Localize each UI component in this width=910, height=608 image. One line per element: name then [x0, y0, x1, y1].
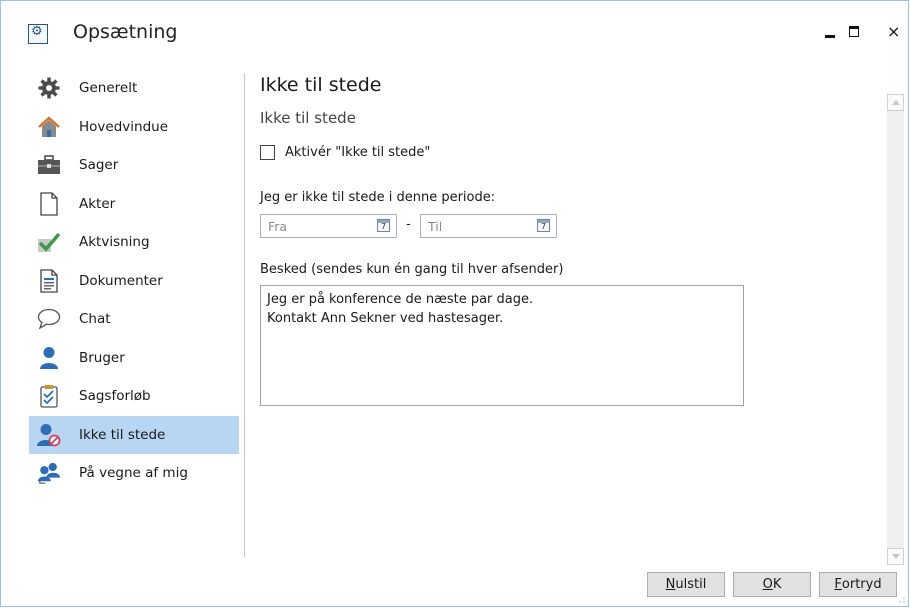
sidebar-item-generelt[interactable]: Generelt: [29, 69, 239, 108]
cancel-label: ortryd: [841, 577, 882, 592]
scroll-up-arrow-icon[interactable]: [887, 94, 904, 111]
period-label: Jeg er ikke til stede i denne periode:: [260, 190, 496, 205]
reset-accel: N: [665, 577, 676, 592]
date-separator: -: [406, 217, 411, 232]
page-title: Ikke til stede: [260, 74, 382, 96]
sidebar-divider: [244, 73, 245, 557]
users-delegate-icon: [37, 461, 61, 485]
reset-label: ulstil: [675, 577, 707, 592]
to-date-placeholder: Til: [428, 219, 443, 234]
ok-label: K: [772, 577, 782, 592]
home-icon: [37, 115, 61, 139]
sidebar-item-aktvisning[interactable]: Aktvisning: [29, 223, 239, 262]
sidebar-item-label: Akter: [79, 195, 116, 212]
user-unavailable-icon: [37, 423, 61, 447]
sidebar-item-label: Bruger: [79, 349, 125, 366]
sidebar-item-label: Generelt: [79, 80, 138, 97]
calendar-icon[interactable]: [537, 219, 550, 232]
resize-grip-icon[interactable]: [899, 597, 905, 603]
reset-button[interactable]: Nulstil: [647, 572, 725, 597]
user-icon: [37, 346, 61, 370]
sidebar-item-sagsforloeb[interactable]: Sagsforløb: [29, 377, 239, 416]
cancel-button[interactable]: Fortryd: [819, 572, 897, 597]
sidebar-item-label: Sagsforløb: [79, 388, 151, 405]
message-line: Kontakt Ann Sekner ved hastesager.: [267, 311, 504, 326]
calendar-icon[interactable]: [377, 219, 390, 232]
activate-away-label: Aktivér "Ikke til stede": [285, 145, 431, 160]
away-message-textarea[interactable]: Jeg er på konference de næste par dage. …: [260, 285, 744, 406]
from-date-field[interactable]: Fra: [260, 214, 397, 238]
close-button[interactable]: ×: [887, 23, 905, 41]
sidebar: Generelt Hovedvindue Sager Akter Aktvisn…: [29, 69, 239, 493]
sidebar-item-label: Chat: [79, 311, 111, 328]
sidebar-item-chat[interactable]: Chat: [29, 300, 239, 339]
activate-away-checkbox-row[interactable]: Aktivér "Ikke til stede": [260, 145, 430, 160]
sidebar-item-label: Sager: [79, 157, 119, 174]
window-title: Opsætning: [73, 21, 178, 43]
minimize-button[interactable]: [822, 23, 840, 41]
gear-icon: [37, 76, 61, 100]
sidebar-item-label: Ikke til stede: [79, 426, 166, 443]
maximize-button[interactable]: [847, 23, 865, 41]
sidebar-item-dokumenter[interactable]: Dokumenter: [29, 262, 239, 301]
cancel-accel: F: [834, 577, 842, 592]
sidebar-item-bruger[interactable]: Bruger: [29, 339, 239, 378]
briefcase-icon: [37, 153, 61, 177]
section-title: Ikke til stede: [260, 109, 356, 127]
sidebar-item-hovedvindue[interactable]: Hovedvindue: [29, 108, 239, 147]
clipboard-checklist-icon: [37, 384, 61, 408]
settings-window: Opsætning × Generelt Hovedvindue Sager: [0, 0, 909, 607]
message-label: Besked (sendes kun én gang til hver afse…: [260, 262, 564, 277]
sidebar-item-ikke-til-stede[interactable]: Ikke til stede: [29, 415, 239, 454]
sidebar-item-paa-vegne-af-mig[interactable]: På vegne af mig: [29, 454, 239, 493]
checkmark-icon: [37, 230, 61, 254]
sidebar-item-sager[interactable]: Sager: [29, 146, 239, 185]
sidebar-item-akter[interactable]: Akter: [29, 185, 239, 224]
sidebar-item-label: Hovedvindue: [79, 118, 169, 135]
to-date-field[interactable]: Til: [420, 214, 557, 238]
scroll-down-arrow-icon[interactable]: [887, 548, 904, 565]
vertical-scrollbar[interactable]: [887, 94, 904, 565]
sidebar-item-label: Aktvisning: [79, 234, 150, 251]
title-bar: Opsætning ×: [1, 1, 908, 71]
text-document-icon: [37, 269, 61, 293]
chat-bubble-icon: [37, 307, 61, 331]
settings-app-icon: [28, 24, 48, 44]
sidebar-item-label: På vegne af mig: [79, 465, 188, 482]
from-date-placeholder: Fra: [268, 219, 288, 234]
activate-away-checkbox[interactable]: [260, 145, 275, 160]
document-icon: [37, 192, 61, 216]
message-line: Jeg er på konference de næste par dage.: [267, 292, 534, 307]
sidebar-item-label: Dokumenter: [79, 272, 163, 289]
ok-accel: O: [762, 577, 773, 592]
ok-button[interactable]: OK: [733, 572, 811, 597]
